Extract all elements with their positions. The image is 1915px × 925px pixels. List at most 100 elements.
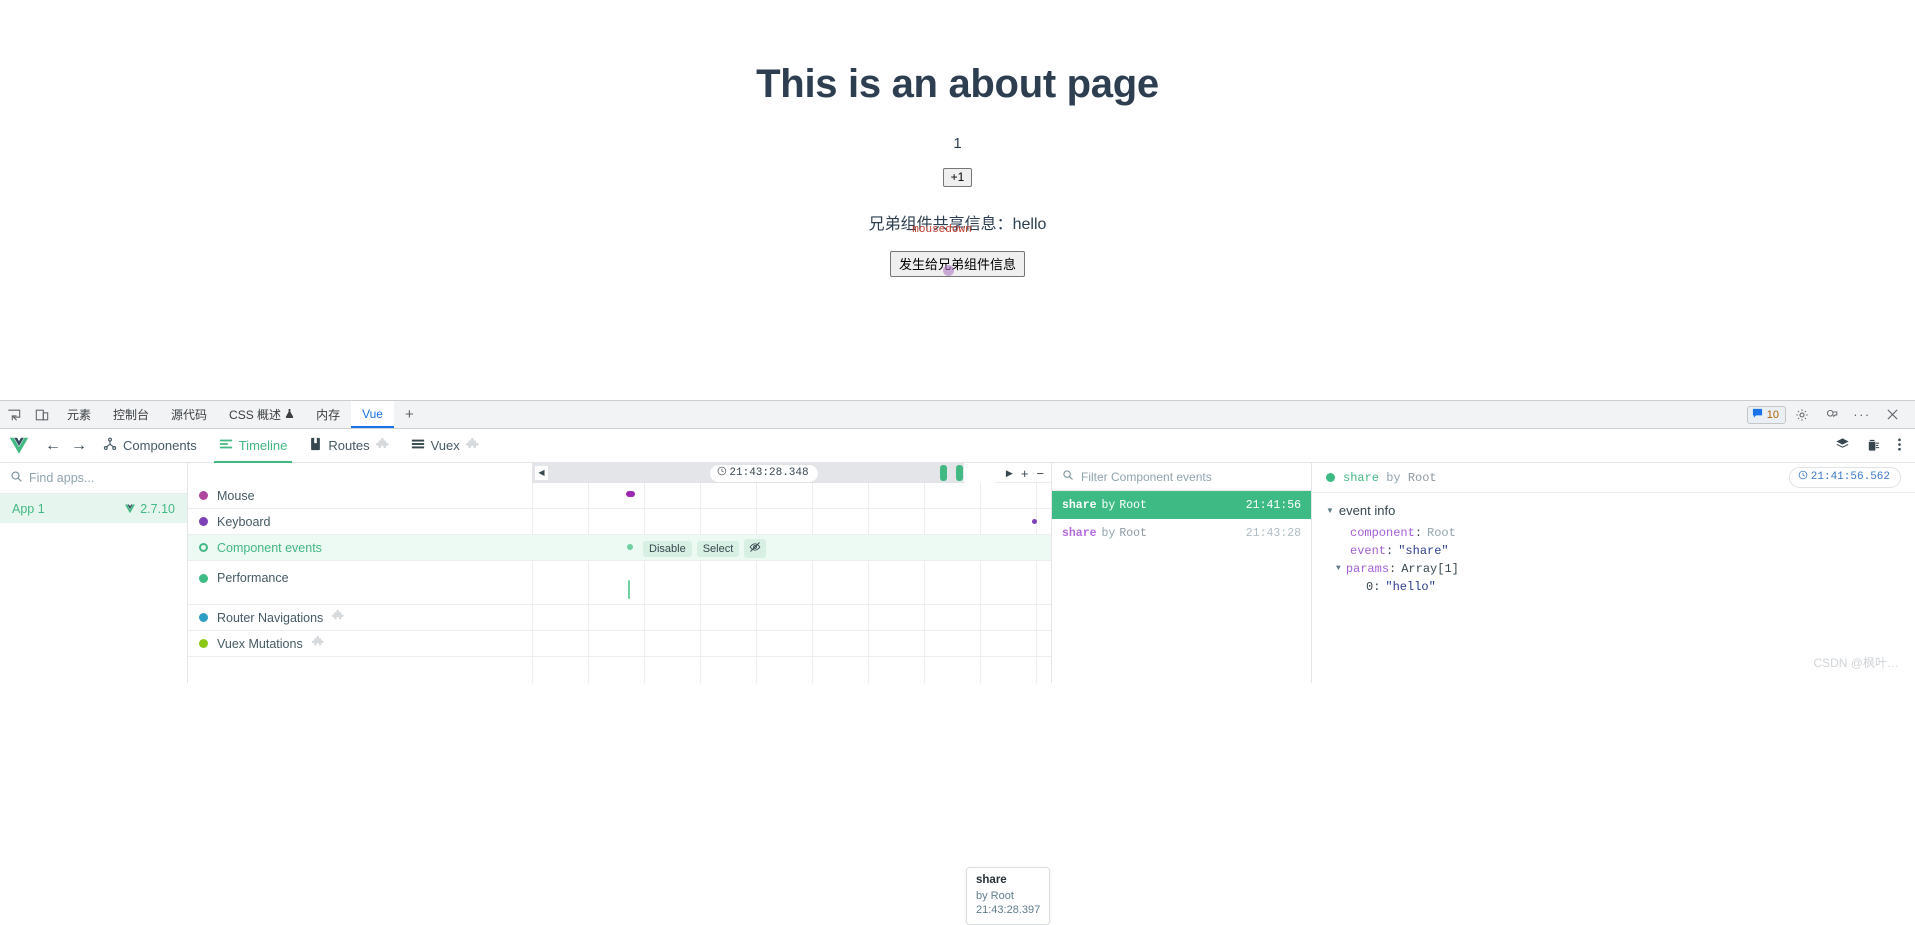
vue-tab-components[interactable]: Components <box>92 429 208 463</box>
event-by-label: by <box>1101 498 1116 512</box>
timeline-track[interactable] <box>532 631 1051 656</box>
tab-vue-label: Vue <box>362 406 383 421</box>
tab-elements[interactable]: 元素 <box>56 401 102 428</box>
nav-back-arrow-icon[interactable]: ← <box>40 437 66 455</box>
zoom-out-button[interactable]: − <box>1036 466 1044 481</box>
layer-color-dot <box>199 517 208 526</box>
vertical-dots-icon[interactable] <box>1897 437 1902 455</box>
timeline-row-router-navigations[interactable]: Router Navigations <box>188 605 1051 631</box>
timeline-track[interactable] <box>532 535 1051 560</box>
event-info-section-header[interactable]: ▼ event info <box>1326 503 1901 518</box>
tab-console-label: 控制台 <box>113 408 150 422</box>
app-version: 2.7.10 <box>124 502 175 516</box>
layer-name: Vuex Mutations <box>217 636 303 651</box>
field-value: Root <box>1427 526 1456 540</box>
event-inspector-pane: share by Root 21:41:56.562 ▼ event info … <box>1312 463 1915 683</box>
plugin-puzzle-icon <box>332 609 344 625</box>
timeline-scrollbar[interactable]: ◀ 21:43:28.348 <box>532 463 995 483</box>
close-icon[interactable] <box>1878 408 1906 421</box>
event-name: share <box>1062 526 1097 540</box>
plugin-puzzle-icon <box>311 635 324 651</box>
timeline-track[interactable] <box>532 561 1051 604</box>
timeline-event-tooltip: share by Root 21:43:28.397 <box>966 867 1051 925</box>
timeline-row-vuex-mutations[interactable]: Vuex Mutations <box>188 631 1051 657</box>
routes-book-icon <box>309 437 322 454</box>
app-list-item[interactable]: App 1 2.7.10 <box>0 494 187 523</box>
vue-tab-routes[interactable]: Routes <box>298 429 399 463</box>
csdn-watermark: CSDN @枫叶… <box>1813 656 1899 670</box>
timeline-event-marker[interactable] <box>627 544 633 550</box>
app-version-label: 2.7.10 <box>140 501 175 516</box>
events-filter-input[interactable] <box>1081 469 1301 484</box>
timeline-row-label: Router Navigations <box>188 606 532 630</box>
timeline-header: ◀ 21:43:28.348 ▶ + − <box>188 463 1051 483</box>
play-cursor-icon[interactable]: ▶ <box>1006 468 1013 479</box>
components-tree-icon <box>103 437 117 454</box>
vue-tab-timeline-label: Timeline <box>238 438 288 453</box>
timeline-row-label: Performance <box>188 566 532 590</box>
field-key: component <box>1350 526 1415 540</box>
inspect-element-icon[interactable] <box>0 401 28 428</box>
timeline-range-end-handle[interactable] <box>940 464 947 481</box>
timeline-track[interactable] <box>532 509 1051 534</box>
timeline-track[interactable] <box>532 605 1051 630</box>
tab-vue[interactable]: Vue <box>351 401 394 428</box>
find-apps-row <box>0 463 208 494</box>
gear-icon[interactable] <box>1788 408 1816 422</box>
nav-forward-arrow-icon[interactable]: → <box>66 437 92 455</box>
app-name: App 1 <box>12 501 45 516</box>
tab-sources-label: 源代码 <box>171 408 208 422</box>
scroll-left-caret-icon[interactable]: ◀ <box>535 465 548 480</box>
device-toolbar-icon[interactable] <box>28 401 56 428</box>
plus-icon: + <box>404 406 414 423</box>
emit-share-button[interactable]: 发生给兄弟组件信息 <box>889 251 1025 277</box>
inspector-field-params[interactable]: ▼ params : Array[1] <box>1326 560 1901 578</box>
trash-icon[interactable] <box>1866 437 1881 455</box>
tab-css-overview-label: CSS 概述 <box>229 408 282 422</box>
more-options-icon[interactable]: ··· <box>1848 407 1876 422</box>
add-tab-button[interactable]: + <box>394 401 425 428</box>
event-list-item[interactable]: share by Root 21:43:28 <box>1052 519 1311 547</box>
message-count-badge[interactable]: 10 <box>1746 405 1786 424</box>
flask-icon <box>285 408 294 422</box>
page-title: This is an about page <box>756 62 1159 106</box>
field-value: "share" <box>1398 544 1449 558</box>
event-list-item[interactable]: share by Root 21:41:56 <box>1052 491 1311 519</box>
inspector-timestamp-label: 21:41:56.562 <box>1810 471 1890 483</box>
message-count-label: 10 <box>1766 408 1779 421</box>
vue-tab-vuex[interactable]: Vuex <box>400 429 490 463</box>
counter-value: 1 <box>953 135 962 152</box>
timeline-range-start-handle[interactable] <box>956 464 963 481</box>
tab-css-overview[interactable]: CSS 概述 <box>218 401 305 428</box>
layer-name: Router Navigations <box>217 610 324 625</box>
timeline-track[interactable] <box>532 483 1051 508</box>
inspector-body: ▼ event info component : Root event : "s… <box>1312 493 1915 596</box>
timeline-event-marker[interactable] <box>1032 519 1037 524</box>
vue-tab-timeline[interactable]: Timeline <box>208 429 299 463</box>
timeline-row-mouse[interactable]: Mouse <box>188 483 1051 509</box>
search-icon <box>10 470 23 486</box>
tab-console[interactable]: 控制台 <box>102 401 160 428</box>
feedback-icon[interactable] <box>1818 408 1846 422</box>
layer-name: Keyboard <box>217 514 271 529</box>
timeline-event-bar[interactable] <box>628 580 630 599</box>
speech-bubble-icon <box>1752 408 1763 422</box>
layers-icon[interactable] <box>1835 437 1850 455</box>
layer-color-dot <box>199 543 208 552</box>
devtools-tabbar: 元素 控制台 源代码 CSS 概述 内存 Vue + 10 ··· <box>0 401 1915 429</box>
tooltip-event-by: by Root <box>976 889 1014 902</box>
timeline-view-window[interactable] <box>964 463 995 483</box>
field-key: 0 <box>1366 580 1374 594</box>
timeline-event-marker[interactable] <box>626 491 635 497</box>
increment-button[interactable]: +1 <box>942 168 973 187</box>
timeline-row-component-events[interactable]: Component events Disable Select <box>188 535 1051 561</box>
zoom-in-button[interactable]: + <box>1021 466 1029 481</box>
tab-sources[interactable]: 源代码 <box>160 401 218 428</box>
field-value: Array[1] <box>1401 562 1459 576</box>
tab-memory[interactable]: 内存 <box>305 401 351 428</box>
timeline-row-keyboard[interactable]: Keyboard <box>188 509 1051 535</box>
find-apps-input[interactable] <box>29 471 190 485</box>
timeline-row-performance[interactable]: Performance <box>188 561 1051 605</box>
timeline-rows: Mouse Keyboard Component events Disable … <box>188 483 1051 683</box>
devtools-toolbar-right: 10 ··· <box>1746 401 1915 428</box>
